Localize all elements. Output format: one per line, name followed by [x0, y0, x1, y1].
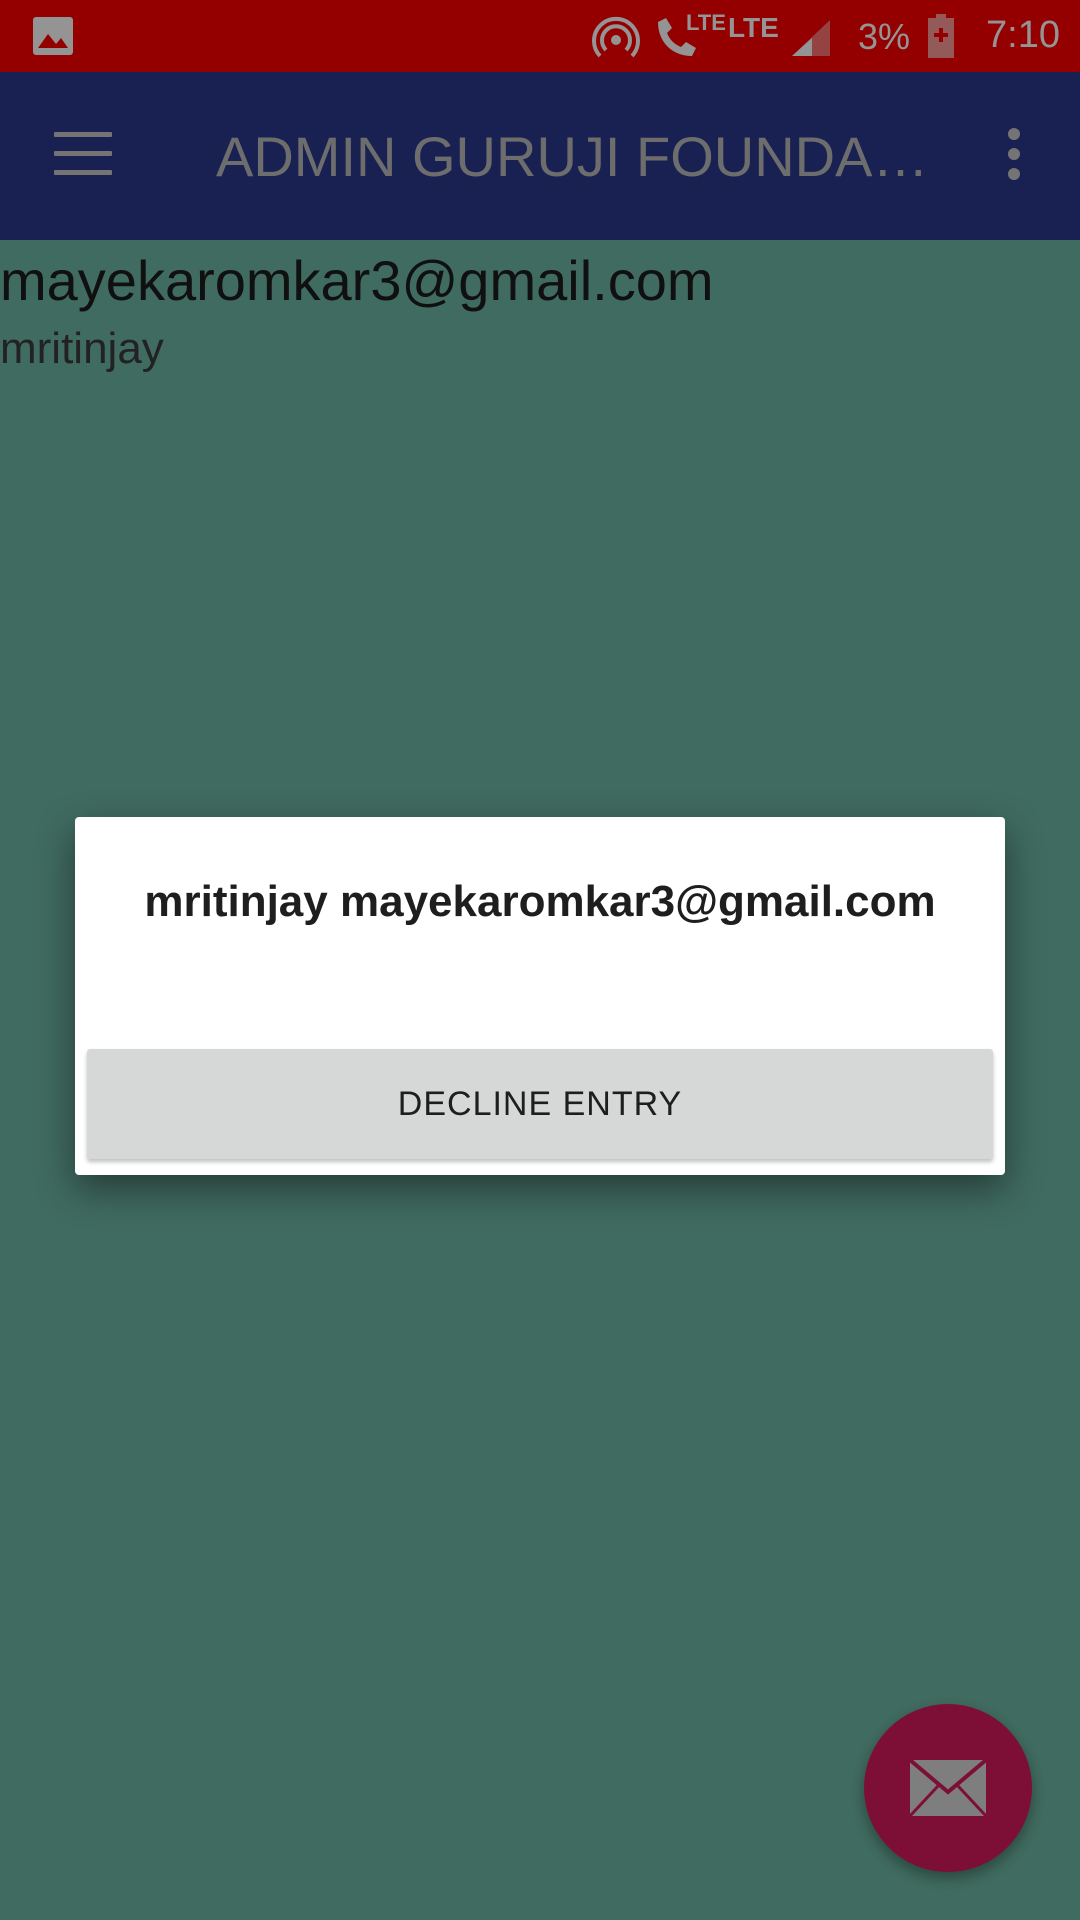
- decline-entry-button[interactable]: DECLINE ENTRY: [87, 1049, 993, 1159]
- entry-dialog: mritinjay mayekaromkar3@gmail.com DECLIN…: [75, 817, 1005, 1175]
- dialog-message: mritinjay mayekaromkar3@gmail.com: [144, 877, 936, 926]
